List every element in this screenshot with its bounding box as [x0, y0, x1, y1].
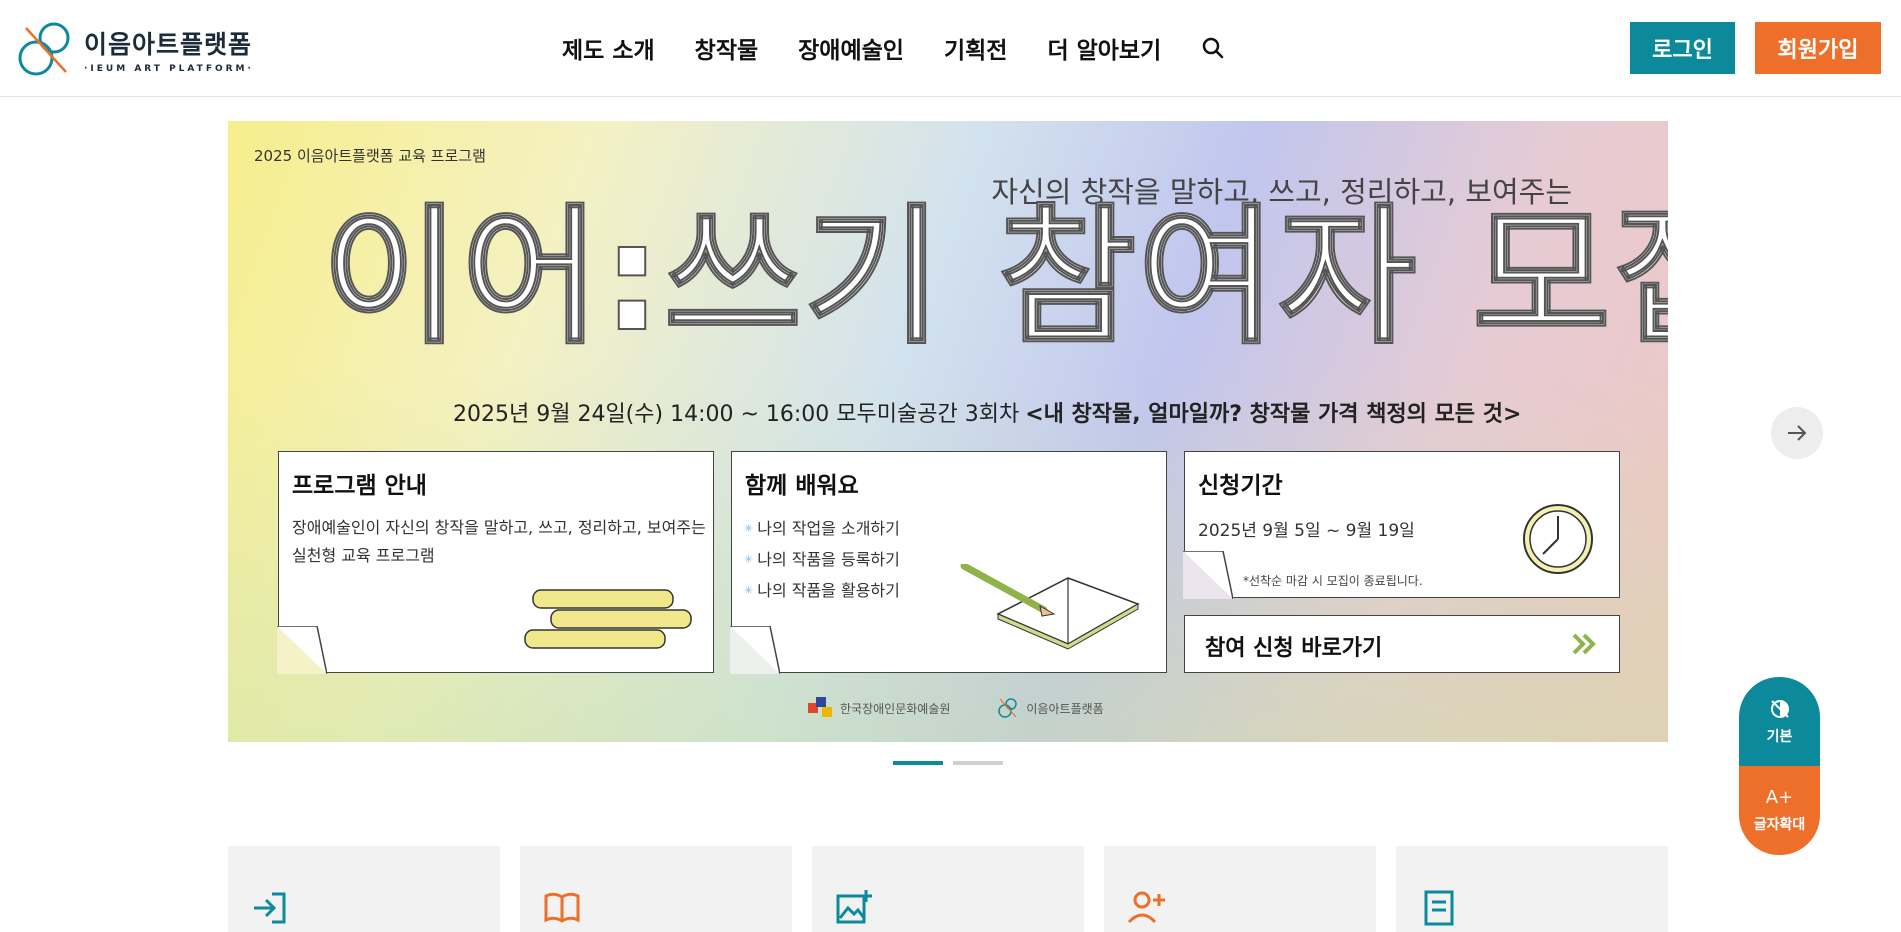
quick-item-register-work[interactable]	[812, 846, 1084, 932]
quick-item-guide[interactable]	[520, 846, 792, 932]
partner-kdac-name: 한국장애인문화예술원	[840, 701, 951, 716]
banner-kicker: 2025 이음아트플랫폼 교육 프로그램	[254, 147, 486, 165]
books-icon	[524, 589, 692, 649]
slider-dot-1[interactable]	[893, 761, 943, 765]
book-icon	[544, 892, 580, 923]
logo-subtitle: ·IEUM ART PLATFORM·	[84, 63, 254, 74]
text-zoom-label: 글자확대	[1753, 817, 1806, 833]
clock-icon	[1523, 504, 1593, 574]
double-chevron-right-icon	[1572, 633, 1596, 655]
learn-card-title: 함께 배워요	[745, 473, 859, 499]
search-icon[interactable]	[1201, 36, 1225, 60]
slider-next-button[interactable]	[1771, 407, 1823, 459]
apply-button[interactable]: 참여 신청 바로가기	[1184, 615, 1620, 673]
program-card-text: 장애예술인이 자신의 창작을 말하고, 쓰고, 정리하고, 보여주는 실천형 교…	[292, 518, 706, 565]
slider-pagination	[893, 761, 1003, 765]
nav-item-exhibitions[interactable]: 기획전	[944, 31, 1007, 65]
nav-item-more[interactable]: 더 알아보기	[1047, 31, 1161, 65]
nav-item-system[interactable]: 제도 소개	[562, 31, 655, 65]
program-card-title: 프로그램 안내	[292, 473, 427, 499]
login-icon	[254, 892, 286, 924]
kdac-logo-icon	[808, 697, 832, 717]
login-button[interactable]: 로그인	[1630, 22, 1735, 74]
image-plus-icon	[836, 890, 872, 924]
partner-kdac: 한국장애인문화예술원	[808, 697, 950, 719]
program-card: 프로그램 안내 장애예술인이 자신의 창작을 말하고, 쓰고, 정리하고, 보여…	[277, 451, 714, 674]
text-zoom-icon: A+	[1765, 787, 1794, 808]
accessibility-widget: 기본 A+ 글자확대	[1739, 677, 1820, 855]
text-zoom-button[interactable]: A+ 글자확대	[1739, 766, 1820, 855]
nav-item-artists[interactable]: 장애예술인	[798, 31, 904, 65]
banner-event: 2025년 9월 24일(수) 14:00 ~ 16:00 모두미술공간 3회차…	[453, 396, 1521, 428]
apply-button-label: 참여 신청 바로가기	[1205, 636, 1383, 661]
banner-title: 이어:쓰기 참여자 모집	[321, 191, 1668, 365]
period-note: *선착순 마감 시 모집이 종료됩니다.	[1243, 574, 1423, 588]
paper-fold-icon	[730, 626, 780, 674]
partner-ieum: 이음아트플랫폼	[996, 696, 1104, 720]
notebook-pencil-icon	[960, 564, 1140, 650]
default-mode-button[interactable]: 기본	[1739, 677, 1820, 766]
quick-item-login[interactable]	[228, 846, 500, 932]
learn-item: 나의 작품을 등록하기	[744, 545, 900, 576]
logo-name: 이음아트플랫폼	[84, 29, 253, 59]
learn-card: 함께 배워요 나의 작업을 소개하기 나의 작품을 등록하기 나의 작품을 활용…	[730, 451, 1167, 674]
default-mode-label: 기본	[1766, 728, 1793, 745]
arrow-right-icon	[1788, 425, 1807, 441]
period-card: 신청기간 2025년 9월 5일 ~ 9월 19일 *선착순 마감 시 모집이 …	[1183, 451, 1620, 599]
main-nav: 제도 소개 창작물 장애예술인 기획전 더 알아보기	[562, 28, 1225, 68]
learn-item: 나의 작품을 활용하기	[744, 576, 900, 607]
event-topic: <내 창작물, 얼마일까? 창작물 가격 책정의 모든 것>	[1025, 402, 1522, 427]
site-logo[interactable]: 이음아트플랫폼 ·IEUM ART PLATFORM·	[14, 18, 254, 80]
quick-item-signup[interactable]	[1104, 846, 1376, 932]
event-date: 2025년 9월 24일(수) 14:00 ~ 16:00 모두미술공간 3회차	[453, 402, 1020, 427]
period-card-title: 신청기간	[1198, 473, 1283, 499]
signup-button[interactable]: 회원가입	[1755, 22, 1881, 74]
slider-dot-2[interactable]	[953, 761, 1003, 765]
partner-ieum-name: 이음아트플랫폼	[1026, 701, 1104, 716]
hero-banner[interactable]: 2025 이음아트플랫폼 교육 프로그램 자신의 창작을 말하고, 쓰고, 정리…	[228, 121, 1668, 742]
document-icon	[1424, 890, 1454, 926]
contrast-off-icon	[1770, 699, 1789, 718]
banner-partners: 한국장애인문화예술원 이음아트플랫폼	[808, 696, 1104, 720]
paper-fold-icon	[277, 626, 327, 674]
logo-mark-icon	[18, 22, 70, 76]
period-dates: 2025년 9월 5일 ~ 9월 19일	[1198, 521, 1415, 541]
nav-item-works[interactable]: 창작물	[695, 31, 758, 65]
quick-item-board[interactable]	[1396, 846, 1668, 932]
ieum-logo-icon	[998, 698, 1018, 718]
paper-fold-icon	[1183, 551, 1233, 599]
learn-item: 나의 작업을 소개하기	[744, 514, 900, 545]
quick-menu	[228, 846, 1668, 932]
user-plus-icon	[1127, 891, 1165, 924]
site-header: 이음아트플랫폼 ·IEUM ART PLATFORM· 제도 소개 창작물 장애…	[0, 0, 1901, 97]
